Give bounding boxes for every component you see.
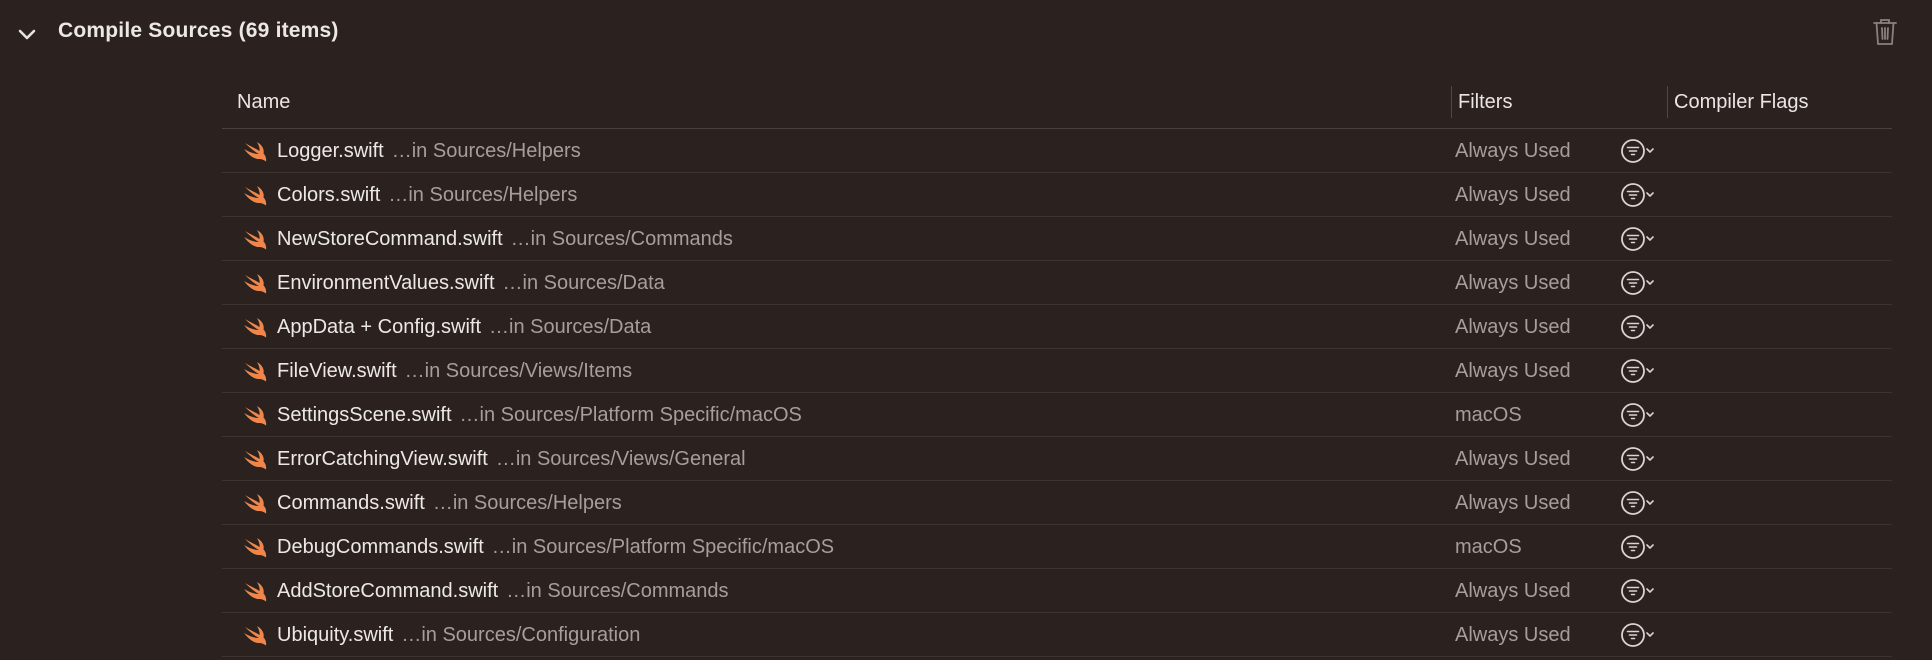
filter-menu-icon[interactable]: [1620, 358, 1668, 384]
filter-menu-icon[interactable]: [1620, 402, 1668, 428]
file-name-label: Colors.swift: [277, 184, 381, 206]
file-path: …in Sources/Platform Specific/macOS: [459, 404, 802, 426]
filter-menu-icon[interactable]: [1620, 534, 1668, 560]
platform-filter-value: Always Used: [1455, 580, 1571, 602]
file-name-label: Ubiquity.swift: [277, 624, 394, 646]
file-path: …in Sources/Commands: [510, 228, 733, 250]
file-name: NewStoreCommand.swift …in Sources/Command…: [277, 228, 733, 251]
table-row[interactable]: FileView.swift …in Sources/Views/Items Al…: [222, 349, 1892, 393]
trash-icon[interactable]: [1872, 17, 1898, 47]
swift-icon: [244, 582, 267, 602]
column-header-filters[interactable]: Filters: [1458, 91, 1512, 114]
swift-icon: [244, 274, 267, 294]
table-row[interactable]: SettingsScene.swift …in Sources/Platform …: [222, 393, 1892, 437]
file-name: Logger.swift …in Sources/Helpers: [277, 140, 581, 163]
filter-menu-icon[interactable]: [1620, 490, 1668, 516]
section-title: Compile Sources (69 items): [58, 19, 339, 42]
file-path: …in Sources/Commands: [506, 580, 729, 602]
file-name-label: EnvironmentValues.swift: [277, 272, 495, 294]
table-row[interactable]: NewStoreCommand.swift …in Sources/Command…: [222, 217, 1892, 261]
swift-icon: [244, 142, 267, 162]
table-row[interactable]: Colors.swift …in Sources/Helpers Always U…: [222, 173, 1892, 217]
file-path: …in Sources/Platform Specific/macOS: [491, 536, 835, 558]
file-name-label: AddStoreCommand.swift: [277, 580, 499, 602]
platform-filter-value: Always Used: [1455, 140, 1571, 162]
file-path: …in Sources/Views/General: [495, 448, 746, 470]
table-row[interactable]: Ubiquity.swift …in Sources/Configuration …: [222, 613, 1892, 657]
filter-menu-icon[interactable]: [1620, 182, 1668, 208]
swift-icon: [244, 538, 267, 558]
file-name: EnvironmentValues.swift …in Sources/Data: [277, 272, 665, 295]
filter-menu-icon[interactable]: [1620, 622, 1668, 648]
filter-menu-icon[interactable]: [1620, 446, 1668, 472]
swift-icon: [244, 186, 267, 206]
file-name: SettingsScene.swift …in Sources/Platform …: [277, 404, 802, 427]
platform-filter-value: Always Used: [1455, 184, 1571, 206]
platform-filter-value: Always Used: [1455, 448, 1571, 470]
swift-icon: [244, 450, 267, 470]
swift-icon: [244, 230, 267, 250]
platform-filter-value: Always Used: [1455, 492, 1571, 514]
file-path: …in Sources/Helpers: [391, 140, 581, 162]
table-row[interactable]: ErrorCatchingView.swift …in Sources/Views…: [222, 437, 1892, 481]
compile-sources-header[interactable]: Compile Sources (69 items): [0, 0, 1932, 68]
platform-filter-value: Always Used: [1455, 316, 1571, 338]
platform-filter-value: Always Used: [1455, 624, 1571, 646]
file-path: …in Sources/Views/Items: [404, 360, 633, 382]
file-name: FileView.swift …in Sources/Views/Items: [277, 360, 632, 383]
table-row[interactable]: AddStoreCommand.swift …in Sources/Command…: [222, 569, 1892, 613]
platform-filter-value: macOS: [1455, 536, 1522, 558]
file-name-label: ErrorCatchingView.swift: [277, 448, 488, 470]
file-path: …in Sources/Configuration: [401, 624, 641, 646]
column-header-name[interactable]: Name: [237, 91, 290, 114]
file-name: Colors.swift …in Sources/Helpers: [277, 184, 577, 207]
file-name: DebugCommands.swift …in Sources/Platform …: [277, 536, 834, 559]
table-row[interactable]: Logger.swift …in Sources/Helpers Always U…: [222, 129, 1892, 173]
column-separator[interactable]: [1667, 86, 1668, 118]
table-row[interactable]: Commands.swift …in Sources/Helpers Always…: [222, 481, 1892, 525]
filter-menu-icon[interactable]: [1620, 226, 1668, 252]
swift-icon: [244, 406, 267, 426]
compile-sources-table: Name Filters Compiler Flags Logger.swift…: [222, 82, 1892, 657]
file-name: ErrorCatchingView.swift …in Sources/Views…: [277, 448, 746, 471]
file-name: AddStoreCommand.swift …in Sources/Command…: [277, 580, 729, 603]
column-separator[interactable]: [1451, 86, 1452, 118]
table-row[interactable]: DebugCommands.swift …in Sources/Platform …: [222, 525, 1892, 569]
platform-filter-value: Always Used: [1455, 272, 1571, 294]
file-name: Commands.swift …in Sources/Helpers: [277, 492, 622, 515]
file-name-label: Logger.swift: [277, 140, 384, 162]
file-name-label: AppData + Config.swift: [277, 316, 481, 338]
file-name: AppData + Config.swift …in Sources/Data: [277, 316, 651, 339]
filter-menu-icon[interactable]: [1620, 314, 1668, 340]
platform-filter-value: macOS: [1455, 404, 1522, 426]
file-name-label: SettingsScene.swift: [277, 404, 452, 426]
file-name-label: FileView.swift: [277, 360, 397, 382]
platform-filter-value: Always Used: [1455, 360, 1571, 382]
file-name-label: Commands.swift: [277, 492, 425, 514]
table-row[interactable]: AppData + Config.swift …in Sources/Data A…: [222, 305, 1892, 349]
file-name-label: NewStoreCommand.swift: [277, 228, 503, 250]
file-path: …in Sources/Data: [502, 272, 665, 294]
swift-icon: [244, 626, 267, 646]
table-row[interactable]: EnvironmentValues.swift …in Sources/Data …: [222, 261, 1892, 305]
filter-menu-icon[interactable]: [1620, 578, 1668, 604]
swift-icon: [244, 494, 267, 514]
file-path: …in Sources/Data: [489, 316, 652, 338]
file-name-label: DebugCommands.swift: [277, 536, 484, 558]
file-path: …in Sources/Helpers: [432, 492, 622, 514]
table-header: Name Filters Compiler Flags: [222, 82, 1892, 129]
filter-menu-icon[interactable]: [1620, 138, 1668, 164]
platform-filter-value: Always Used: [1455, 228, 1571, 250]
chevron-down-icon[interactable]: [16, 24, 38, 46]
file-path: …in Sources/Helpers: [388, 184, 578, 206]
swift-icon: [244, 362, 267, 382]
table-body: Logger.swift …in Sources/Helpers Always U…: [222, 129, 1892, 657]
swift-icon: [244, 318, 267, 338]
filter-menu-icon[interactable]: [1620, 270, 1668, 296]
column-header-compiler-flags[interactable]: Compiler Flags: [1674, 91, 1808, 114]
file-name: Ubiquity.swift …in Sources/Configuration: [277, 624, 640, 647]
